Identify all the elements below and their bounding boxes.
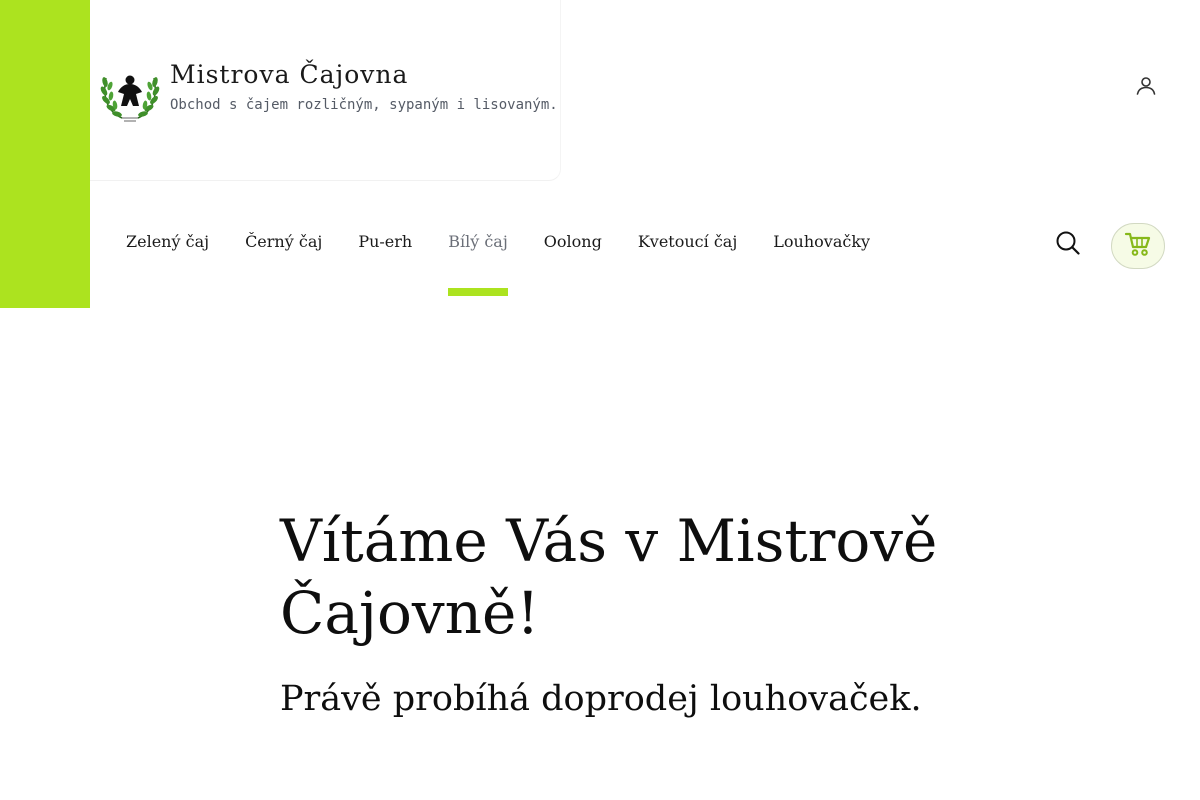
site-title[interactable]: Mistrova Čajovna — [170, 60, 408, 89]
nav-item-label: Pu-erh — [358, 232, 413, 251]
nav-item-pu-erh[interactable]: Pu-erh — [358, 232, 412, 296]
search-icon[interactable] — [1055, 230, 1081, 256]
hero-heading: Vítáme Vás v Mistrově Čajovně! — [280, 507, 938, 647]
hero-subheading: Právě probíhá doprodej louhovaček. — [280, 679, 922, 719]
active-nav-indicator — [448, 288, 508, 296]
nav-item-label: Oolong — [543, 232, 602, 251]
brand-card — [90, 0, 561, 181]
page: Mistrova Čajovna Obchod s čajem rozličný… — [0, 0, 1200, 800]
nav-item-label: Bílý čaj — [448, 232, 508, 251]
main-nav: Zelený čaj Černý čaj Pu-erh Bílý čaj Ool… — [126, 232, 906, 296]
nav-item-zeleny-caj[interactable]: Zelený čaj — [126, 232, 209, 296]
nav-item-kvetouci-caj[interactable]: Kvetoucí čaj — [638, 232, 737, 296]
site-tagline: Obchod s čajem rozličným, sypaným i liso… — [170, 97, 558, 113]
accent-bar — [0, 0, 90, 308]
cart-icon — [1124, 231, 1152, 261]
nav-item-cerny-caj[interactable]: Černý čaj — [245, 232, 322, 296]
nav-item-label: Zelený čaj — [126, 232, 210, 251]
nav-item-louhovacky[interactable]: Louhovačky — [773, 232, 870, 296]
logo-icon[interactable] — [100, 68, 160, 122]
user-icon[interactable] — [1134, 74, 1158, 98]
nav-item-label: Černý čaj — [245, 232, 323, 251]
nav-item-label: Louhovačky — [773, 232, 871, 251]
nav-item-oolong[interactable]: Oolong — [544, 232, 602, 296]
nav-item-bily-caj[interactable]: Bílý čaj — [448, 232, 508, 296]
nav-item-label: Kvetoucí čaj — [637, 232, 738, 251]
cart-button[interactable] — [1111, 223, 1165, 269]
hero-section: Vítáme Vás v Mistrově Čajovně! Právě pro… — [280, 505, 1040, 719]
